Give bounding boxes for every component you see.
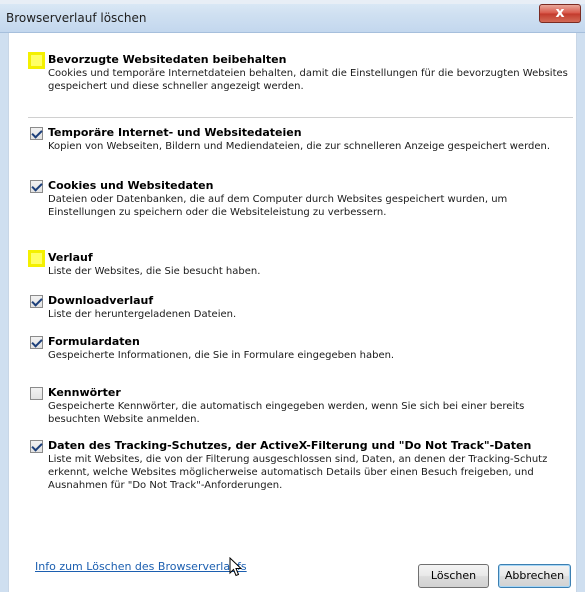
- option-title: Daten des Tracking-Schutzes, der ActiveX…: [48, 439, 532, 452]
- title-bar[interactable]: Browserverlauf löschen x: [0, 0, 585, 33]
- window-title: Browserverlauf löschen: [6, 11, 147, 25]
- cancel-button[interactable]: Abbrechen: [498, 564, 571, 588]
- option-title: Formulardaten: [48, 335, 140, 348]
- title-bar-top-strip: [0, 0, 585, 4]
- delete-browsing-history-dialog: Browserverlauf löschen x Bevorzugte Webs…: [0, 0, 585, 592]
- option-title: Cookies und Websitedaten: [48, 179, 214, 192]
- close-icon: x: [555, 5, 565, 21]
- checkbox-preserve-favorites[interactable]: [28, 52, 45, 69]
- option-description: Dateien oder Datenbanken, die auf dem Co…: [48, 194, 508, 218]
- section-divider: [28, 117, 573, 118]
- checkbox-cookies[interactable]: [30, 180, 43, 193]
- option-title: Kennwörter: [48, 386, 121, 399]
- option-description: Gespeicherte Kennwörter, die automatisch…: [48, 401, 525, 425]
- checkbox-form-data[interactable]: [30, 336, 43, 349]
- option-description: Liste mit Websites, die von der Filterun…: [48, 454, 548, 491]
- mouse-pointer-icon: [229, 557, 243, 577]
- close-button[interactable]: x: [539, 4, 581, 23]
- option-title: Downloadverlauf: [48, 294, 154, 307]
- checkbox-history[interactable]: [28, 250, 45, 267]
- option-description: Cookies und temporäre Internetdateien be…: [48, 68, 568, 92]
- option-description: Liste der heruntergeladenen Dateien.: [48, 309, 237, 320]
- option-title: Verlauf: [48, 251, 93, 264]
- checkbox-download-history[interactable]: [30, 295, 43, 308]
- option-title: Bevorzugte Websitedaten beibehalten: [48, 53, 287, 66]
- delete-button[interactable]: Löschen: [418, 564, 489, 588]
- window-frame-left: [0, 33, 8, 592]
- option-description: Kopien von Webseiten, Bildern und Medien…: [48, 141, 551, 152]
- checkbox-tracking-protection[interactable]: [30, 440, 43, 453]
- window-frame-right: [577, 33, 585, 592]
- option-description: Gespeicherte Informationen, die Sie in F…: [48, 350, 395, 361]
- checkbox-temporary-files[interactable]: [30, 127, 43, 140]
- checkbox-passwords[interactable]: [30, 387, 43, 400]
- option-description: Liste der Websites, die Sie besucht habe…: [48, 266, 261, 277]
- help-link[interactable]: Info zum Löschen des Browserverlaufs: [35, 560, 247, 573]
- option-title: Temporäre Internet- und Websitedateien: [48, 126, 302, 139]
